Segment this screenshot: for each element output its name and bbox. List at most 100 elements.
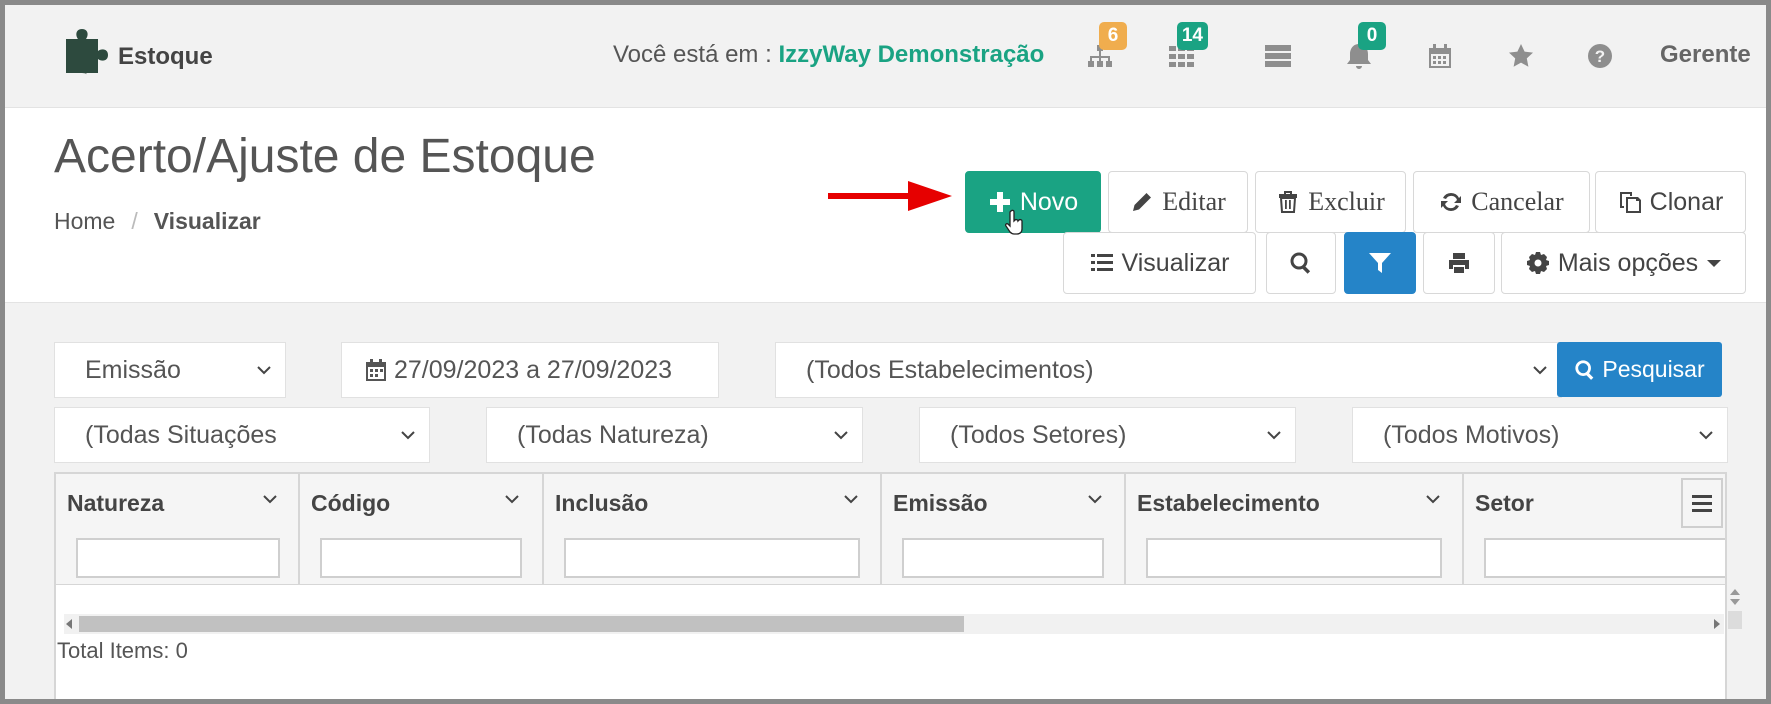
printer-icon [1449, 253, 1469, 273]
chevron-down-icon [1699, 431, 1713, 440]
chevron-down-icon[interactable] [1426, 492, 1440, 506]
hand-cursor-icon [1005, 209, 1023, 235]
list-icon [1090, 254, 1113, 271]
estabelecimento-filter-input[interactable] [1146, 538, 1442, 578]
trash-icon [1279, 191, 1298, 213]
caret-down-icon [1707, 259, 1722, 267]
sitemap-icon[interactable]: 6 [1083, 22, 1127, 73]
date-range-value: 27/09/2023 a 27/09/2023 [394, 355, 673, 384]
filter-toggle-button[interactable] [1344, 232, 1416, 294]
situacoes-select[interactable]: (Todas Situações [54, 407, 430, 463]
user-menu[interactable]: Gerente [1660, 41, 1751, 69]
vertical-scrollbar-thumb[interactable] [1728, 611, 1742, 629]
setores-value: (Todos Setores) [950, 420, 1127, 449]
mais-opcoes-button[interactable]: Mais opções [1501, 232, 1746, 294]
breadcrumb-current: Visualizar [153, 208, 261, 234]
natureza-filter-input[interactable] [76, 538, 280, 578]
excluir-label: Excluir [1308, 187, 1385, 216]
scroll-down-icon[interactable] [1730, 599, 1740, 605]
help-icon[interactable]: ? [1583, 39, 1617, 73]
column-header-label: Emissão [893, 490, 988, 516]
chevron-down-icon[interactable] [1088, 492, 1102, 506]
gear-icon [1526, 252, 1549, 274]
breadcrumb-separator: / [131, 208, 138, 234]
excluir-button[interactable]: Excluir [1255, 171, 1406, 233]
bell-badge: 0 [1358, 22, 1386, 50]
date-range-input[interactable]: 27/09/2023 a 27/09/2023 [341, 342, 719, 398]
chevron-down-icon [1267, 431, 1281, 440]
svg-text:?: ? [1595, 47, 1605, 66]
emissao-filter-input[interactable] [902, 538, 1104, 578]
situacoes-value: (Todas Situações [85, 420, 277, 449]
sitemap-badge: 6 [1099, 22, 1127, 50]
column-menu-button[interactable] [1681, 478, 1723, 528]
estabelecimentos-value: (Todos Estabelecimentos) [806, 355, 1094, 384]
mais-opcoes-label: Mais opções [1557, 248, 1699, 277]
clonar-label: Clonar [1649, 187, 1724, 216]
grid-badge: 14 [1176, 22, 1208, 50]
scroll-right-icon[interactable] [1714, 619, 1720, 629]
puzzle-logo-icon [66, 29, 108, 75]
motivos-value: (Todos Motivos) [1383, 420, 1560, 449]
chevron-down-icon[interactable] [844, 492, 858, 506]
column-estabelecimento[interactable]: Estabelecimento [1126, 474, 1464, 585]
grid-icon[interactable]: 14 [1164, 22, 1208, 73]
cancelar-button[interactable]: Cancelar [1413, 171, 1590, 233]
search-icon [1290, 252, 1311, 274]
breadcrumb-home[interactable]: Home [54, 208, 115, 234]
brand[interactable]: Estoque [60, 27, 213, 77]
bell-icon[interactable]: 0 [1342, 22, 1386, 73]
column-inclusao[interactable]: Inclusão [544, 474, 882, 585]
refresh-icon [1441, 193, 1462, 211]
pesquisar-button[interactable]: Pesquisar [1557, 342, 1722, 397]
chevron-down-icon [1533, 366, 1547, 375]
date-type-value: Emissão [85, 355, 181, 384]
column-header-label: Código [311, 490, 391, 516]
column-codigo[interactable]: Código [300, 474, 544, 585]
location-label: Você está em : [613, 41, 772, 68]
print-button[interactable] [1423, 232, 1495, 294]
scroll-up-icon[interactable] [1730, 589, 1740, 595]
red-arrow-icon [828, 181, 952, 211]
natureza-select[interactable]: (Todas Natureza) [486, 407, 863, 463]
top-navbar: Estoque Você está em : IzzyWay Demonstra… [5, 5, 1766, 108]
search-button[interactable] [1266, 232, 1336, 294]
server-icon[interactable] [1261, 39, 1295, 73]
setores-select[interactable]: (Todos Setores) [919, 407, 1296, 463]
novo-button[interactable]: Novo [965, 171, 1101, 233]
brand-name: Estoque [118, 43, 213, 70]
total-items: Total Items: 0 [57, 638, 188, 663]
calendar-icon[interactable] [1423, 39, 1457, 73]
pencil-icon [1133, 193, 1152, 211]
visualizar-button[interactable]: Visualizar [1063, 232, 1256, 294]
motivos-select[interactable]: (Todos Motivos) [1352, 407, 1728, 463]
novo-label: Novo [1019, 187, 1079, 216]
data-grid: Natureza Código Inclusão Emissão Estabel [54, 472, 1727, 699]
estabelecimentos-select[interactable]: (Todos Estabelecimentos) [775, 342, 1562, 398]
horizontal-scrollbar[interactable] [64, 614, 1724, 634]
setor-filter-input[interactable] [1484, 538, 1725, 578]
scroll-left-icon[interactable] [66, 619, 72, 629]
pesquisar-label: Pesquisar [1602, 356, 1705, 382]
column-header-label: Natureza [67, 490, 165, 516]
chevron-down-icon[interactable] [263, 492, 277, 506]
scrollbar-thumb[interactable] [79, 616, 964, 632]
date-type-select[interactable]: Emissão [54, 342, 286, 398]
inclusao-filter-input[interactable] [564, 538, 860, 578]
editar-label: Editar [1162, 187, 1226, 216]
star-icon[interactable] [1504, 39, 1538, 73]
chevron-down-icon[interactable] [505, 492, 519, 506]
chevron-down-icon [401, 431, 415, 440]
company-name[interactable]: IzzyWay Demonstração [778, 41, 1044, 68]
clonar-button[interactable]: Clonar [1595, 171, 1746, 233]
editar-button[interactable]: Editar [1108, 171, 1248, 233]
hamburger-icon [1692, 495, 1712, 512]
calendar-icon [366, 359, 386, 381]
vertical-scrollbar[interactable] [1728, 585, 1742, 629]
column-emissao[interactable]: Emissão [882, 474, 1126, 585]
codigo-filter-input[interactable] [320, 538, 522, 578]
chevron-down-icon [257, 366, 271, 375]
column-header-label: Setor [1475, 490, 1534, 516]
copy-icon [1619, 192, 1641, 213]
column-natureza[interactable]: Natureza [56, 474, 300, 585]
